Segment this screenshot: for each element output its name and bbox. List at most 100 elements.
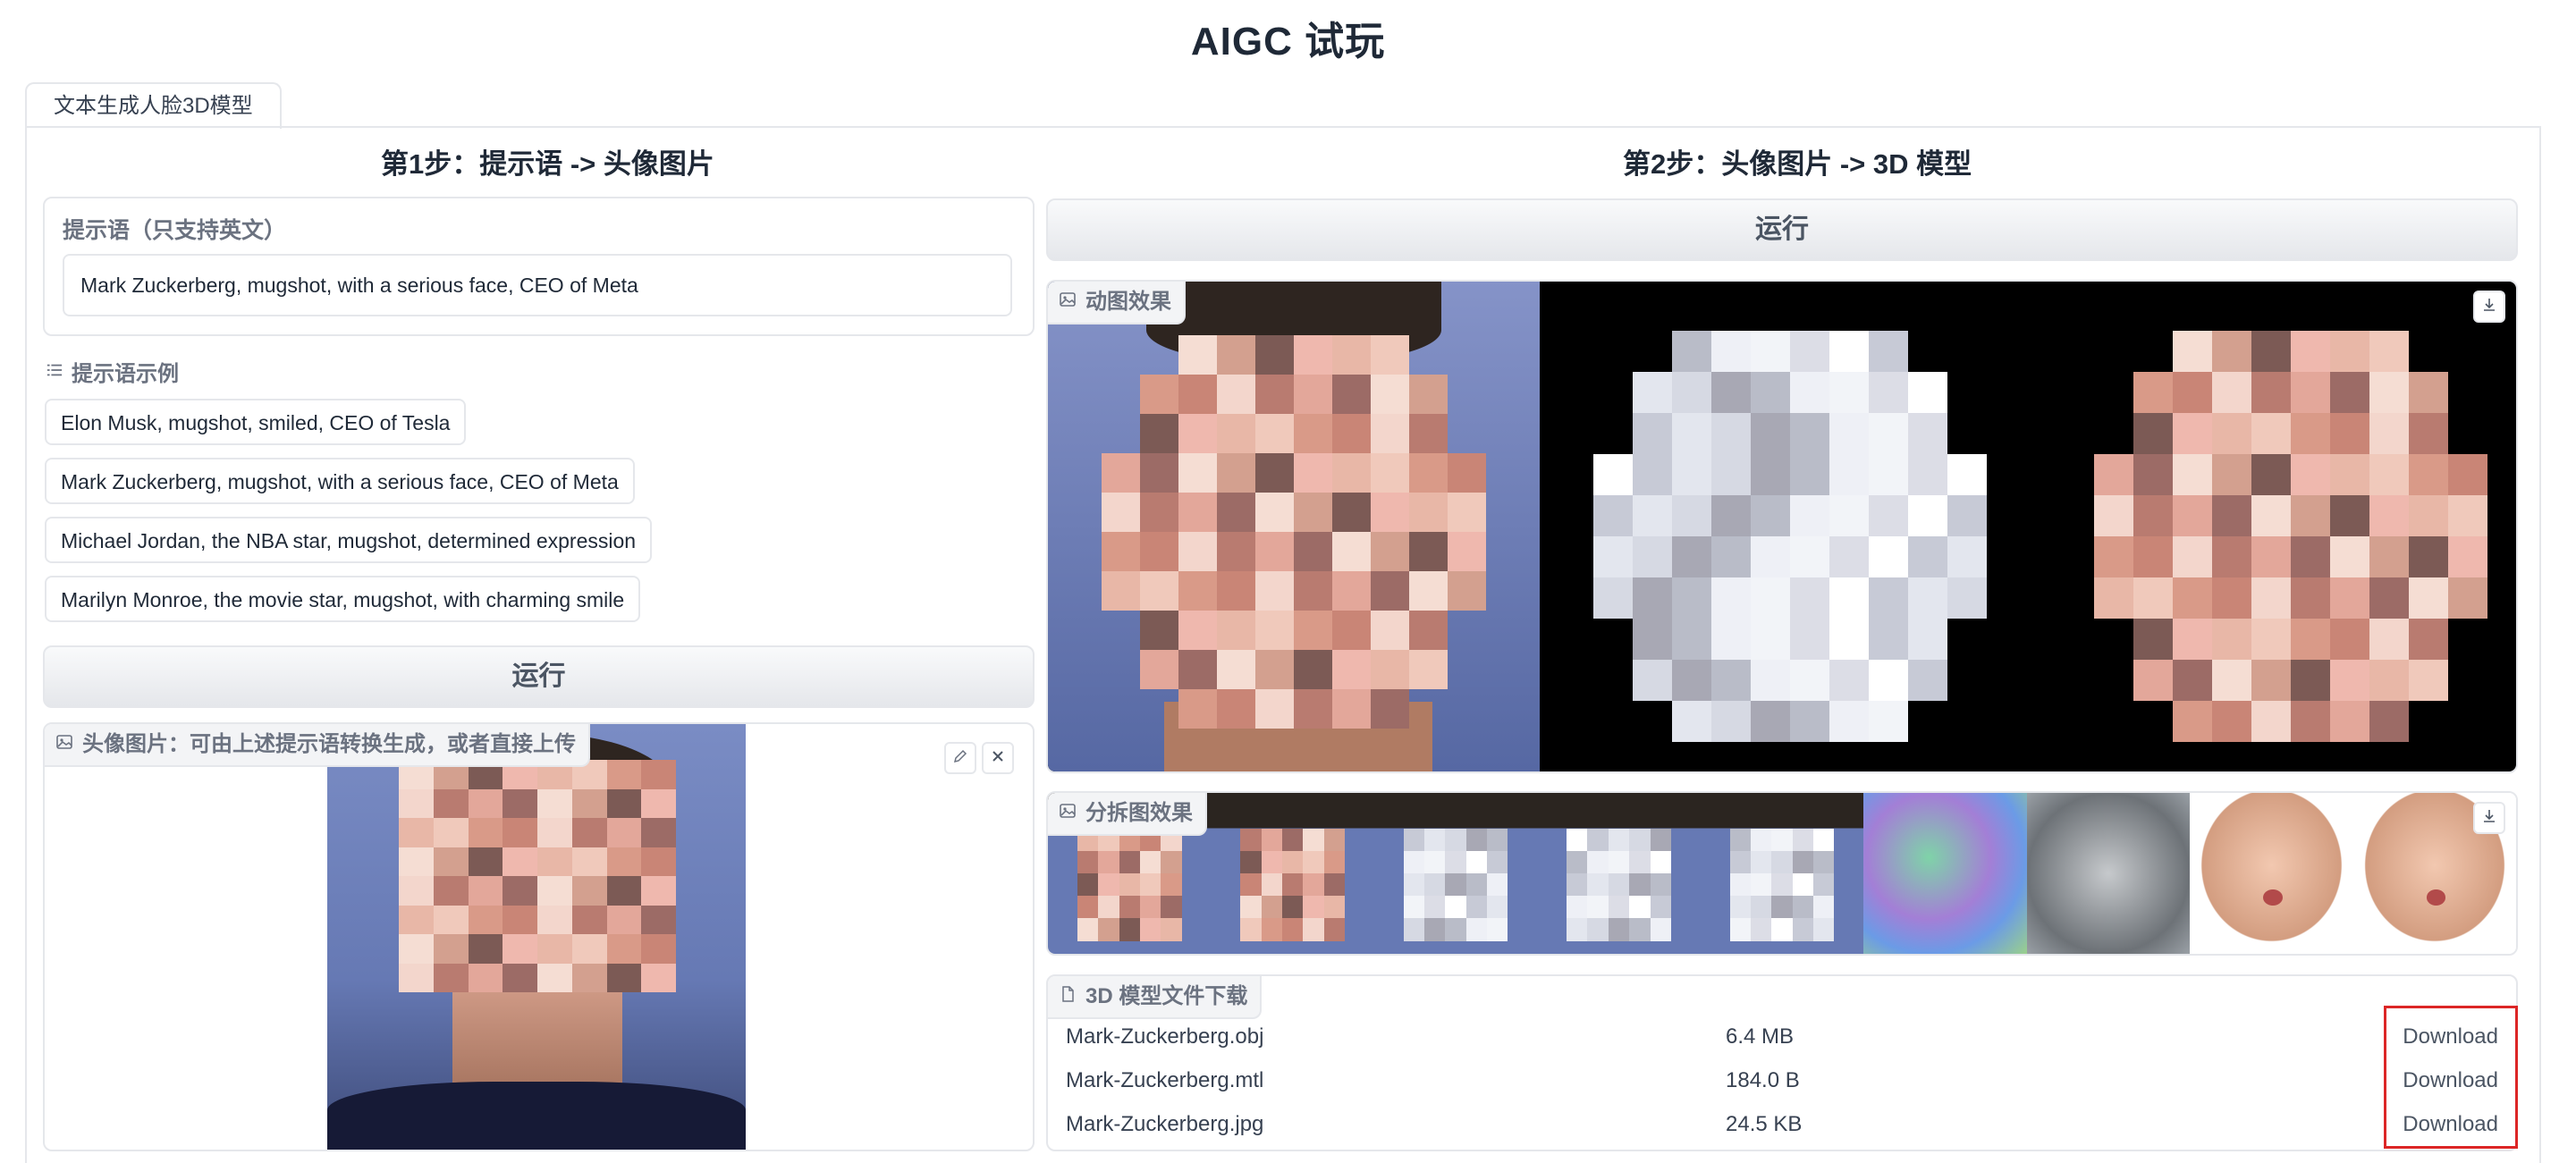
mosaic-cell — [571, 847, 607, 876]
mosaic-cell — [1445, 850, 1466, 873]
mosaic-cell — [1403, 918, 1425, 941]
mosaic-cell — [1869, 331, 1908, 372]
mosaic-cell — [1593, 454, 1633, 495]
mosaic-cell — [1790, 619, 1829, 660]
mosaic-cell — [1729, 918, 1751, 941]
mosaic-cell — [1608, 872, 1630, 897]
clear-image-button[interactable] — [982, 742, 1014, 774]
download-split-button[interactable] — [2473, 802, 2505, 834]
mosaic-cell — [1445, 896, 1466, 919]
mosaic-cell — [1829, 413, 1869, 454]
mosaic-cell — [1672, 660, 1711, 701]
mosaic-cell — [503, 788, 537, 818]
mosaic-cell — [2369, 413, 2409, 454]
mosaic-cell — [1217, 335, 1255, 375]
mosaic-cell — [1812, 872, 1835, 897]
mosaic-cell — [2251, 536, 2291, 577]
mosaic-cell — [1217, 375, 1255, 414]
mosaic-cell — [1465, 896, 1488, 919]
mosaic-cell — [1751, 495, 1790, 536]
example-prompt-button[interactable]: Marilyn Monroe, the movie star, mugshot,… — [45, 576, 641, 622]
download-animation-button[interactable] — [2473, 291, 2505, 323]
mosaic-cell — [1294, 335, 1332, 375]
step1-run-button[interactable]: 运行 — [43, 645, 1035, 708]
mosaic-cell — [1077, 872, 1099, 897]
mosaic-cell — [2330, 495, 2369, 536]
mosaic-cell — [1332, 453, 1371, 493]
mosaic-cell — [1409, 650, 1448, 689]
mosaic-cell — [2173, 495, 2212, 536]
mosaic-cell — [1409, 493, 1448, 532]
mosaic-cell — [2448, 660, 2487, 701]
mosaic-cell — [1323, 872, 1346, 897]
mosaic-cell — [1751, 372, 1790, 413]
mosaic-cell — [2448, 454, 2487, 495]
mosaic-cell — [1403, 850, 1425, 873]
mosaic-cell — [2133, 454, 2173, 495]
mosaic-cell — [2212, 536, 2251, 577]
mosaic-cell — [1908, 372, 1947, 413]
mosaic-cell — [433, 788, 469, 818]
mosaic-cell — [1332, 611, 1371, 650]
example-prompt-button[interactable]: Michael Jordan, the NBA star, mugshot, d… — [45, 517, 653, 563]
mosaic-cell — [433, 934, 469, 964]
tab-text-to-3d-face[interactable]: 文本生成人脸3D模型 — [25, 82, 282, 129]
edit-image-button[interactable] — [944, 742, 976, 774]
mosaic-cell — [2369, 536, 2409, 577]
portrait-image — [327, 724, 746, 1150]
mosaic-cell — [2369, 454, 2409, 495]
mosaic-cell — [1947, 413, 1987, 454]
mosaic-cell — [468, 876, 503, 906]
mosaic-cell — [2291, 413, 2330, 454]
portrait-image-label: 头像图片：可由上述提示语转换生成，或者直接上传 — [45, 724, 590, 767]
mosaic-cell — [1771, 828, 1793, 851]
mosaic-cell — [2291, 577, 2330, 619]
mosaic-cell — [399, 847, 434, 876]
mosaic-cell — [1240, 850, 1262, 873]
mosaic-cell — [503, 905, 537, 934]
mosaic-cell — [1633, 619, 1672, 660]
split-face-mosaic — [1077, 828, 1182, 941]
mosaic-cell — [1140, 453, 1178, 493]
mosaic-cell — [2173, 413, 2212, 454]
mosaic-cell — [1650, 828, 1671, 851]
mosaic-cell — [1178, 335, 1217, 375]
mosaic-cell — [2251, 619, 2291, 660]
example-prompt-button[interactable]: Mark Zuckerberg, mugshot, with a serious… — [45, 458, 635, 504]
portrait-mosaic — [399, 760, 676, 992]
prompt-input[interactable]: Mark Zuckerberg, mugshot, with a serious… — [63, 254, 1012, 316]
mosaic-cell — [1323, 918, 1346, 941]
mosaic-cell — [1908, 536, 1947, 577]
mosaic-cell — [1829, 495, 1869, 536]
example-prompt-button[interactable]: Elon Musk, mugshot, smiled, CEO of Tesla — [45, 399, 467, 445]
mosaic-cell — [1371, 650, 1409, 689]
mosaic-cell — [2212, 660, 2251, 701]
mosaic-cell — [1947, 701, 1987, 742]
mosaic-cell — [1303, 896, 1324, 919]
mosaic-cell — [1119, 872, 1140, 897]
mosaic-cell — [1332, 375, 1371, 414]
mosaic-cell — [2173, 536, 2212, 577]
mosaic-cell — [1790, 372, 1829, 413]
mosaic-cell — [1409, 532, 1448, 571]
mosaic-cell — [503, 963, 537, 992]
mosaic-cell — [2173, 619, 2212, 660]
mosaic-cell — [641, 847, 676, 876]
mosaic-cell — [1178, 414, 1217, 453]
mosaic-cell — [1140, 335, 1178, 375]
mosaic-cell — [1711, 619, 1751, 660]
mosaic-cell — [1140, 689, 1178, 729]
mosaic-cell — [1371, 532, 1409, 571]
mosaic-cell — [1261, 896, 1282, 919]
mosaic-cell — [1161, 872, 1182, 897]
split-face-mosaic — [1403, 828, 1508, 941]
mosaic-cell — [1650, 918, 1671, 941]
step2-run-button[interactable]: 运行 — [1046, 198, 2518, 261]
mosaic-cell — [1448, 335, 1486, 375]
prompt-label: 提示语（只支持英文） — [63, 218, 287, 243]
mosaic-cell — [1750, 828, 1772, 851]
tab-strip: 文本生成人脸3D模型 — [25, 80, 282, 129]
split-tile — [1211, 793, 1374, 954]
mosaic-cell — [1140, 414, 1178, 453]
mosaic-cell — [1161, 918, 1182, 941]
